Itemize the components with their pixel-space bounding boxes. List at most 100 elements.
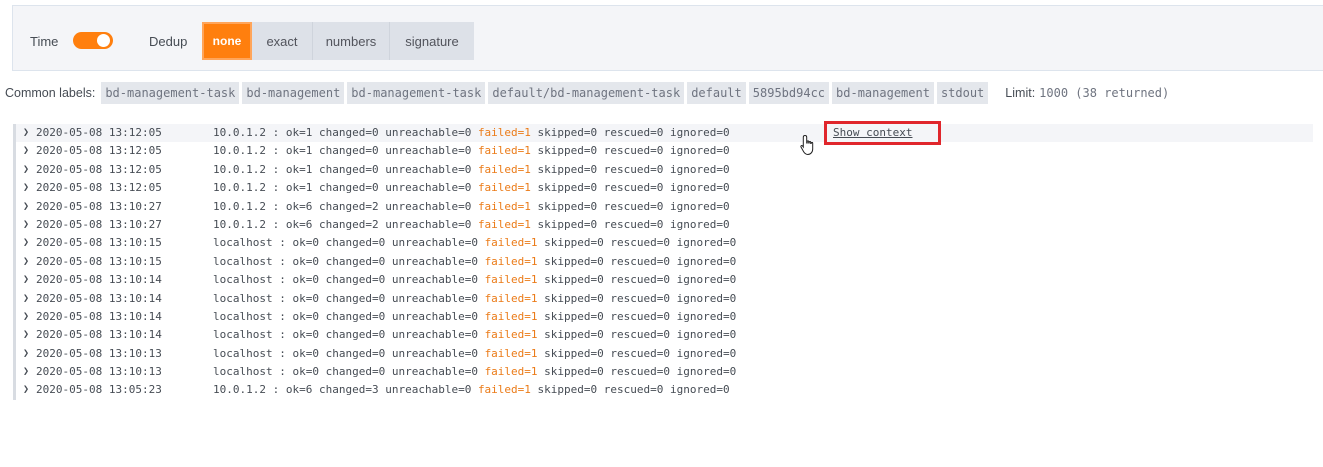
log-host: localhost	[213, 365, 273, 379]
log-failed-count: failed=1	[484, 328, 538, 342]
expand-chevron-icon[interactable]: ❯	[23, 234, 29, 252]
log-message: 10.0.1.2 : ok=6 changed=3 unreachable=0 …	[213, 383, 730, 397]
expand-chevron-icon[interactable]: ❯	[23, 271, 29, 289]
expand-chevron-icon[interactable]: ❯	[23, 198, 29, 216]
log-timestamp: 2020-05-08 13:10:14	[36, 273, 162, 287]
common-label: bd-management	[242, 82, 345, 104]
log-field: skipped=0 rescued=0 ignored=0	[537, 126, 730, 139]
log-message: localhost : ok=0 changed=0 unreachable=0…	[213, 309, 737, 323]
dedup-none-button[interactable]: none	[202, 22, 252, 60]
limit-label: Limit:	[1005, 86, 1036, 100]
log-row[interactable]: ❯ 2020-05-08 13:10:13 localhost : ok=0 cha…	[13, 363, 1313, 382]
log-message: 10.0.1.2 : ok=6 changed=2 unreachable=0 …	[213, 199, 730, 213]
expand-chevron-icon[interactable]: ❯	[23, 142, 29, 160]
log-message: localhost : ok=0 changed=0 unreachable=0…	[213, 346, 737, 360]
log-row[interactable]: ❯ 2020-05-08 13:10:14 localhost : ok=0 cha…	[13, 326, 1313, 345]
log-field: unreachable=0	[385, 126, 472, 139]
expand-chevron-icon[interactable]: ❯	[23, 179, 29, 197]
log-field: changed=0	[325, 365, 386, 379]
log-row[interactable]: ❯ 2020-05-08 13:12:05 10.0.1.2 : ok=1 chan…	[13, 179, 1313, 198]
log-row[interactable]: ❯ 2020-05-08 13:10:14 localhost : ok=0 cha…	[13, 289, 1313, 308]
show-context-link[interactable]: Show context	[833, 124, 912, 142]
log-field: ok=1	[285, 181, 313, 195]
log-timestamp: 2020-05-08 13:10:13	[36, 346, 162, 360]
common-label: bd-management-task	[347, 82, 486, 104]
dedup-signature-button[interactable]: signature	[390, 22, 474, 60]
log-failed-count: failed=1	[484, 273, 538, 287]
log-timestamp: 2020-05-08 13:10:27	[36, 217, 162, 231]
log-field: ok=6	[285, 199, 313, 213]
log-message: localhost : ok=0 changed=0 unreachable=0…	[213, 291, 737, 305]
log-host: localhost	[213, 236, 273, 250]
log-row[interactable]: ❯ 2020-05-08 13:10:27 10.0.1.2 : ok=6 chan…	[13, 215, 1313, 235]
log-field: changed=0	[318, 162, 379, 176]
log-host: 10.0.1.2	[213, 181, 266, 195]
dedup-exact-button[interactable]: exact	[252, 22, 313, 60]
log-field: skipped=0 rescued=0 ignored=0	[537, 217, 730, 231]
log-failed-count: failed=1	[484, 346, 538, 360]
expand-chevron-icon[interactable]: ❯	[23, 161, 29, 179]
log-row[interactable]: ❯ 2020-05-08 13:12:05 10.0.1.2 : ok=1 chan…	[13, 160, 1313, 180]
log-field: unreachable=0	[391, 346, 478, 360]
log-message: 10.0.1.2 : ok=1 changed=0 unreachable=0 …	[213, 162, 730, 176]
log-field: changed=0	[318, 144, 379, 158]
log-failed-count: failed=1	[484, 236, 538, 250]
log-field: changed=2	[318, 217, 379, 231]
dedup-numbers-button[interactable]: numbers	[313, 22, 390, 60]
log-row[interactable]: ❯ 2020-05-08 13:10:13 localhost : ok=0 cha…	[13, 344, 1313, 364]
log-field: changed=0	[325, 236, 386, 250]
toggle-knob	[97, 34, 110, 47]
log-row[interactable]: ❯ 2020-05-08 13:10:14 localhost : ok=0 cha…	[13, 307, 1313, 327]
log-field: ok=6	[285, 217, 313, 231]
log-row[interactable]: ❯ 2020-05-08 13:10:15 localhost : ok=0 cha…	[13, 252, 1313, 272]
log-field: changed=3	[318, 383, 379, 397]
log-field: ok=6	[285, 383, 313, 397]
log-host: 10.0.1.2	[213, 162, 266, 176]
log-timestamp: 2020-05-08 13:05:23	[36, 383, 162, 397]
log-failed-count: failed=1	[477, 126, 531, 139]
log-message: 10.0.1.2 : ok=1 changed=0 unreachable=0 …	[213, 126, 730, 139]
log-row[interactable]: ❯ 2020-05-08 13:05:23 10.0.1.2 : ok=6 chan…	[13, 381, 1313, 400]
expand-chevron-icon[interactable]: ❯	[23, 345, 29, 363]
log-message: 10.0.1.2 : ok=1 changed=0 unreachable=0 …	[213, 144, 730, 158]
log-row[interactable]: ❯ 2020-05-08 13:10:15 localhost : ok=0 cha…	[13, 234, 1313, 253]
log-field: changed=0	[325, 309, 386, 323]
expand-chevron-icon[interactable]: ❯	[23, 363, 29, 381]
log-timestamp: 2020-05-08 13:10:15	[36, 236, 162, 250]
log-failed-count: failed=1	[477, 383, 531, 397]
expand-chevron-icon[interactable]: ❯	[23, 290, 29, 308]
expand-chevron-icon[interactable]: ❯	[23, 124, 29, 142]
expand-chevron-icon[interactable]: ❯	[23, 308, 29, 326]
log-row[interactable]: ❯ 2020-05-08 13:12:05 10.0.1.2 : ok=1 chan…	[13, 121, 1313, 155]
log-field: unreachable=0	[385, 162, 472, 176]
log-failed-count: failed=1	[484, 291, 538, 305]
expand-chevron-icon[interactable]: ❯	[23, 381, 29, 399]
log-field: unreachable=0	[391, 273, 478, 287]
expand-chevron-icon[interactable]: ❯	[23, 326, 29, 344]
log-row[interactable]: ❯ 2020-05-08 13:12:05 10.0.1.2 : ok=1 chan…	[13, 142, 1313, 161]
log-message: 10.0.1.2 : ok=1 changed=0 unreachable=0 …	[213, 181, 730, 195]
log-field: skipped=0 rescued=0 ignored=0	[544, 291, 737, 305]
log-failed-count: failed=1	[484, 365, 538, 379]
log-field: unreachable=0	[391, 236, 478, 250]
log-rows: ❯ 2020-05-08 13:12:05 10.0.1.2 : ok=1 chan…	[13, 121, 1313, 400]
common-label: bd-management	[832, 82, 934, 104]
log-field: skipped=0 rescued=0 ignored=0	[537, 162, 730, 176]
log-field: changed=2	[318, 199, 379, 213]
expand-chevron-icon[interactable]: ❯	[23, 216, 29, 234]
common-labels-title: Common labels:	[5, 86, 96, 100]
time-toggle[interactable]	[73, 32, 113, 49]
expand-chevron-icon[interactable]: ❯	[23, 253, 29, 271]
log-row[interactable]: ❯ 2020-05-08 13:10:27 10.0.1.2 : ok=6 chan…	[13, 197, 1313, 216]
log-timestamp: 2020-05-08 13:10:14	[36, 328, 162, 342]
common-label: bd-management-task	[101, 82, 240, 104]
log-field: ok=1	[285, 162, 313, 176]
log-failed-count: failed=1	[477, 217, 531, 231]
log-message: 10.0.1.2 : ok=6 changed=2 unreachable=0 …	[213, 217, 730, 231]
log-failed-count: failed=1	[477, 199, 531, 213]
log-field: changed=0	[325, 346, 386, 360]
log-field: changed=0	[318, 126, 379, 139]
log-field: changed=0	[318, 181, 379, 195]
common-labels-bar: Common labels: bd-management-task bd-man…	[5, 81, 1323, 105]
log-row[interactable]: ❯ 2020-05-08 13:10:14 localhost : ok=0 cha…	[13, 271, 1313, 290]
